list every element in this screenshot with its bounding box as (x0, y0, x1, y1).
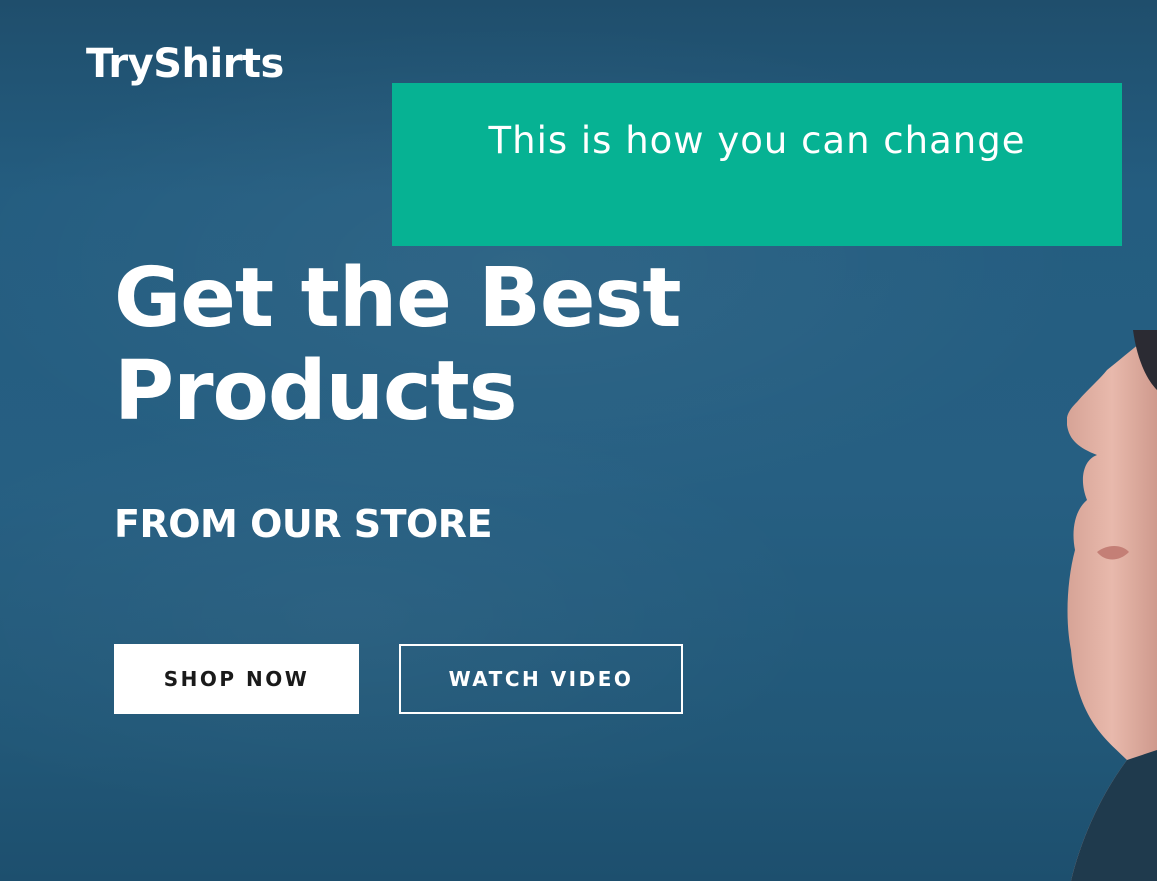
model-photo (1067, 330, 1157, 881)
hero-subheading: FROM OUR STORE (114, 502, 493, 546)
hero-banner: TryShirts This is how you can change Get… (0, 0, 1157, 881)
hero-headline-line-2: Products (114, 344, 518, 439)
hero-headline: Get the Best Products (114, 251, 682, 439)
notice-banner: This is how you can change (392, 83, 1122, 246)
notice-text: This is how you can change (488, 119, 1026, 162)
watch-video-button[interactable]: WATCH VIDEO (399, 644, 683, 714)
shop-now-button[interactable]: SHOP NOW (114, 644, 359, 714)
site-logo[interactable]: TryShirts (86, 38, 284, 90)
hero-headline-line-1: Get the Best (114, 251, 682, 346)
